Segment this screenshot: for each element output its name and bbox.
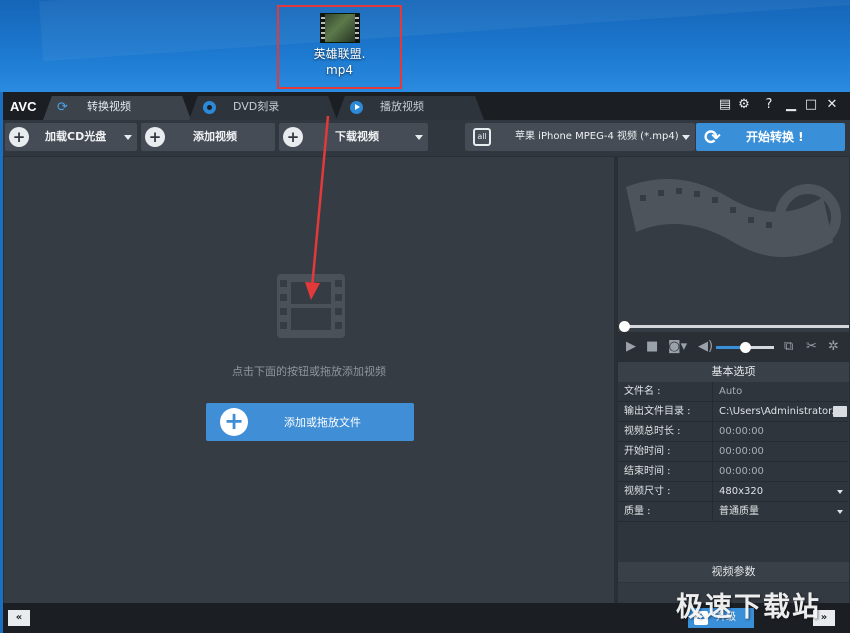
desktop: 英雄联盟. mp4 (0, 0, 850, 92)
add-video-button[interactable]: + 添加视频 (141, 123, 275, 151)
collapse-left-button[interactable]: « (8, 610, 30, 626)
option-value[interactable]: 00:00:00 (712, 442, 849, 461)
desktop-file-icon[interactable]: 英雄联盟. mp4 (277, 5, 402, 89)
start-convert-label: 开始转换 ! (746, 130, 804, 144)
option-row-filename[interactable]: 文件名 : Auto (618, 382, 849, 402)
play-icon (350, 101, 363, 114)
option-row-duration: 视频总时长 : 00:00:00 (618, 422, 849, 442)
option-row-output-dir[interactable]: 输出文件目录 : C:\Users\Administrator... (618, 402, 849, 422)
player-controls: ▶ ■ ◙▾ ◀) ⧉ ✂ ✲ (618, 336, 849, 358)
option-row-end-time[interactable]: 结束时间 : 00:00:00 (618, 462, 849, 482)
title-bar: AVC ⟳ 转换视频 DVD刻录 播放视频 ▤ ⚙ ? ▁ □ ✕ (3, 92, 850, 120)
maximize-icon[interactable]: □ (802, 97, 820, 113)
tab-label: DVD刻录 (233, 100, 280, 113)
tab-label: 播放视频 (380, 100, 424, 113)
add-video-label: 添加视频 (193, 130, 237, 143)
add-file-label: 添加或拖放文件 (284, 416, 361, 429)
snapshot-icon[interactable]: ◙▾ (668, 339, 687, 355)
option-row-start-time[interactable]: 开始时间 : 00:00:00 (618, 442, 849, 462)
app-window: AVC ⟳ 转换视频 DVD刻录 播放视频 ▤ ⚙ ? ▁ □ ✕ + 加载CD… (3, 92, 850, 633)
chevron-down-icon[interactable] (124, 135, 132, 140)
help-button[interactable]: ? (760, 97, 778, 113)
seek-track[interactable] (624, 325, 849, 328)
device-profile-icon: all (473, 128, 491, 146)
seek-handle[interactable] (619, 321, 630, 332)
option-label: 输出文件目录 : (624, 406, 691, 417)
download-video-button[interactable]: + 下载视频 (279, 123, 428, 151)
option-row-video-size[interactable]: 视频尺寸 : 480x320 (618, 482, 849, 502)
video-preview (618, 157, 849, 332)
option-value[interactable]: 00:00:00 (712, 462, 849, 481)
basic-options-header[interactable]: 基本选项 (618, 362, 849, 382)
add-or-drop-file-button[interactable]: + 添加或拖放文件 (206, 403, 414, 441)
globe-add-icon: + (283, 127, 303, 147)
disc-icon (203, 101, 216, 114)
watermark: 极速下载站 (676, 592, 821, 623)
load-cd-button[interactable]: + 加载CD光盘 (5, 123, 137, 151)
volume-handle[interactable] (740, 342, 751, 353)
app-logo: AVC (10, 99, 37, 114)
option-label: 视频尺寸 : (624, 486, 671, 497)
scissors-icon[interactable]: ✂ (806, 339, 817, 355)
effects-wand-icon[interactable]: ✲ (828, 339, 839, 355)
option-value[interactable]: C:\Users\Administrator... (712, 402, 849, 421)
chevron-down-icon[interactable] (837, 490, 843, 494)
option-label: 文件名 : (624, 386, 661, 397)
play-button-icon[interactable]: ▶ (626, 339, 636, 355)
file-name-line2: mp4 (326, 63, 353, 77)
basic-options-panel: 基本选项 文件名 : Auto 输出文件目录 : C:\Users\Admini… (618, 362, 849, 603)
volume-slider[interactable] (716, 342, 774, 353)
option-label: 视频总时长 : (624, 426, 681, 437)
profile-select[interactable]: all 苹果 iPhone MPEG-4 视频 (*.mp4) (465, 123, 695, 151)
video-params-header[interactable]: 视频参数 (618, 562, 849, 582)
refresh-icon: ⟳ (57, 100, 68, 115)
drop-hint-text: 点击下面的按钮或拖放添加视频 (232, 365, 386, 378)
start-convert-button[interactable]: ⟳ 开始转换 ! (696, 123, 845, 151)
stop-button-icon[interactable]: ■ (646, 339, 658, 355)
chevron-down-icon[interactable] (682, 135, 690, 140)
folder-icon[interactable] (833, 406, 847, 417)
film-reel-icon (626, 179, 841, 257)
tab-play-video[interactable]: 播放视频 (336, 96, 484, 120)
file-name-line1: 英雄联盟. (313, 47, 366, 61)
close-icon[interactable]: ✕ (823, 97, 841, 113)
video-drop-area[interactable]: 点击下面的按钮或拖放添加视频 + 添加或拖放文件 (4, 157, 614, 603)
option-value[interactable]: 480x320 (712, 482, 849, 501)
minimize-icon[interactable]: ▁ (782, 97, 800, 113)
load-cd-label: 加载CD光盘 (45, 130, 107, 143)
option-value[interactable]: 普通质量 (712, 502, 849, 521)
seek-slider[interactable] (618, 320, 849, 334)
video-thumbnail-icon (319, 13, 360, 43)
gear-icon[interactable]: ⚙ (735, 97, 753, 113)
option-row-quality[interactable]: 质量 : 普通质量 (618, 502, 849, 522)
chevron-down-icon[interactable] (415, 135, 423, 140)
desktop-wallpaper-stripe (39, 0, 850, 62)
option-value[interactable]: Auto (712, 382, 849, 401)
chevron-down-icon[interactable] (837, 510, 843, 514)
video-add-icon: + (145, 127, 165, 147)
film-strip-icon (277, 274, 345, 338)
option-label: 开始时间 : (624, 446, 671, 457)
volume-icon[interactable]: ◀) (698, 339, 713, 355)
profile-label: 苹果 iPhone MPEG-4 视频 (*.mp4) (515, 131, 679, 142)
crop-icon[interactable]: ⧉ (784, 339, 793, 355)
option-value: 00:00:00 (712, 422, 849, 441)
option-label: 质量 : (624, 506, 651, 517)
tab-dvd-burn[interactable]: DVD刻录 (189, 96, 337, 120)
notes-icon[interactable]: ▤ (716, 97, 734, 113)
plus-icon: + (220, 408, 248, 436)
option-label: 结束时间 : (624, 466, 671, 477)
tab-convert-video[interactable]: ⟳ 转换视频 (43, 96, 191, 120)
convert-refresh-icon: ⟳ (704, 125, 721, 149)
download-video-label: 下载视频 (335, 130, 379, 143)
tab-label: 转换视频 (87, 100, 131, 113)
cd-add-icon: + (9, 127, 29, 147)
